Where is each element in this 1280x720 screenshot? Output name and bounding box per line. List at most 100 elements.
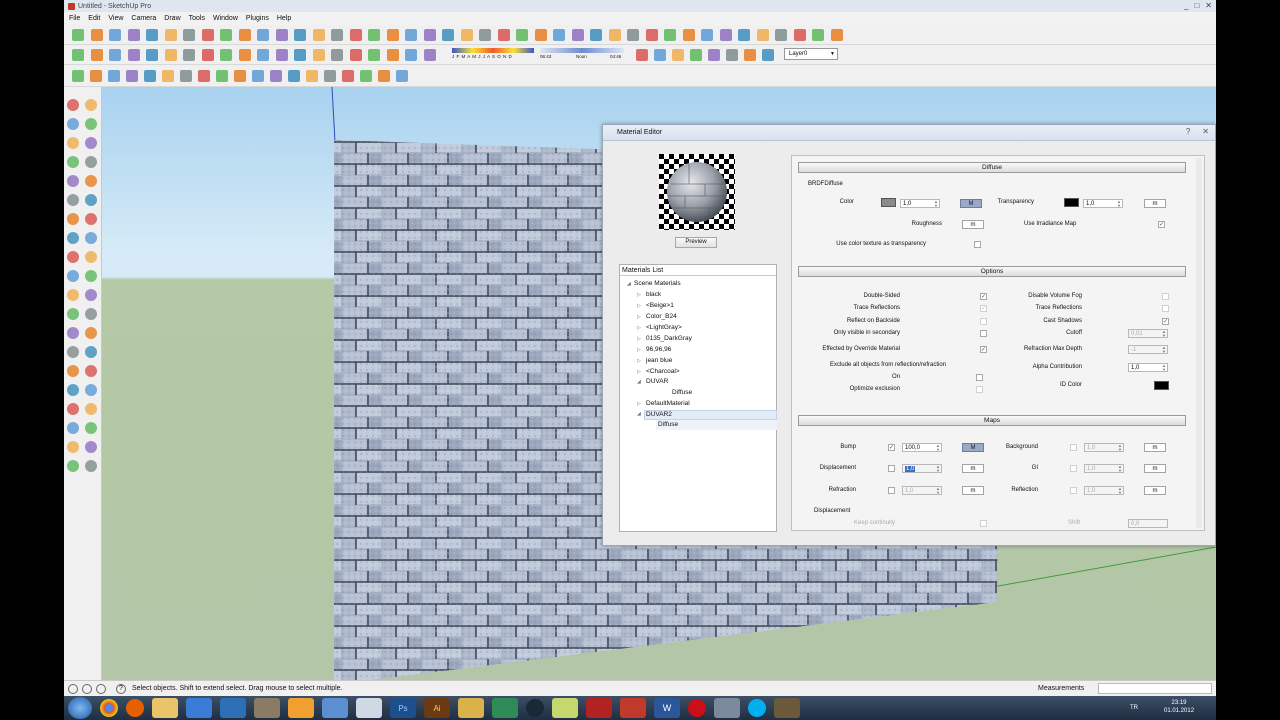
transparency-map-button[interactable]: m xyxy=(1144,199,1166,208)
material-editor-titlebar[interactable]: Material Editor xyxy=(603,125,1215,141)
gi-checkbox[interactable] xyxy=(1070,465,1077,472)
plugin-tool-icon-1[interactable] xyxy=(72,70,84,82)
main-tool-icon-35[interactable] xyxy=(701,29,713,41)
left-tool-icon-10[interactable] xyxy=(85,175,97,187)
sketchup-task-icon[interactable] xyxy=(220,698,246,718)
left-tool-icon-7[interactable] xyxy=(67,156,79,168)
left-tool-icon-6[interactable] xyxy=(85,137,97,149)
camtasia-icon[interactable] xyxy=(492,698,518,718)
color-swatch[interactable] xyxy=(881,198,896,207)
plugin-tool-icon-8[interactable] xyxy=(198,70,210,82)
standard-tool-icon-18[interactable] xyxy=(386,49,399,61)
dialog-close-icon[interactable]: ✕ xyxy=(1202,127,1209,136)
standard-tool-icon-9[interactable] xyxy=(220,49,232,61)
user-icon[interactable] xyxy=(96,683,106,694)
disable-fog-checkbox[interactable] xyxy=(1162,293,1169,300)
main-tool-icon-29[interactable] xyxy=(590,29,602,41)
plugin-tool-icon-11[interactable] xyxy=(252,70,264,82)
view-tool-icon-1[interactable] xyxy=(636,49,648,61)
clock[interactable]: 23:19 01.01.2012 xyxy=(1164,699,1194,715)
collapsed-arrow-icon[interactable]: ▷ xyxy=(637,325,641,331)
reflection-input[interactable]: 1,0 ▲ ▼ xyxy=(1084,486,1124,495)
help-question-icon[interactable]: ? xyxy=(116,683,126,694)
main-tool-icon-5[interactable] xyxy=(146,29,158,41)
left-tool-icon-13[interactable] xyxy=(67,213,79,225)
main-tool-icon-30[interactable] xyxy=(608,29,621,41)
left-tool-icon-19[interactable] xyxy=(67,270,79,282)
collapsed-arrow-icon[interactable]: ▷ xyxy=(637,401,641,407)
main-tool-icon-12[interactable] xyxy=(275,29,288,41)
collapsed-arrow-icon[interactable]: ▷ xyxy=(637,314,641,320)
start-button[interactable] xyxy=(68,697,92,719)
tree-item-duvar2[interactable]: DUVAR2 xyxy=(646,411,672,418)
layer-dropdown[interactable]: Layer0 ▼ xyxy=(784,48,838,60)
menu-draw[interactable]: Draw xyxy=(164,15,180,22)
shadow-time-slider[interactable] xyxy=(540,48,624,53)
left-tool-icon-23[interactable] xyxy=(67,308,79,320)
cutoff-input[interactable]: 0,01 ▲ ▼ xyxy=(1128,329,1168,338)
left-tool-icon-4[interactable] xyxy=(85,118,97,130)
credits-icon[interactable] xyxy=(82,683,92,694)
left-tool-icon-21[interactable] xyxy=(67,289,79,301)
on-checkbox[interactable] xyxy=(976,374,983,381)
section-diffuse[interactable]: Diffuse xyxy=(798,162,1186,173)
left-tool-icon-8[interactable] xyxy=(85,156,97,168)
main-tool-icon-38[interactable] xyxy=(756,29,769,41)
left-tool-icon-22[interactable] xyxy=(85,289,97,301)
gimp-icon[interactable] xyxy=(254,698,280,718)
left-tool-icon-33[interactable] xyxy=(67,403,79,415)
background-checkbox[interactable] xyxy=(1070,444,1077,451)
main-tool-icon-15[interactable] xyxy=(331,29,343,41)
standard-tool-icon-13[interactable] xyxy=(294,49,306,61)
plugin-tool-icon-13[interactable] xyxy=(288,70,300,82)
left-tool-icon-26[interactable] xyxy=(85,327,97,339)
app-icon-blue[interactable] xyxy=(322,698,348,718)
only-secondary-checkbox[interactable] xyxy=(980,330,987,337)
tree-item-jean-blue[interactable]: jean blue xyxy=(646,357,672,364)
notepad-icon[interactable] xyxy=(356,698,382,718)
panel-scrollbar[interactable] xyxy=(1196,158,1202,528)
standard-tool-icon-15[interactable] xyxy=(331,49,343,61)
view-tool-icon-3[interactable] xyxy=(672,49,684,61)
refraction-map-button[interactable]: m xyxy=(962,486,984,495)
left-tool-icon-34[interactable] xyxy=(85,403,97,415)
reflection-map-button[interactable]: m xyxy=(1144,486,1166,495)
section-options[interactable]: Options xyxy=(798,266,1186,277)
main-tool-icon-36[interactable] xyxy=(719,29,732,41)
media-player-icon[interactable] xyxy=(186,698,212,718)
help-icon[interactable]: ? xyxy=(1186,127,1190,136)
view-tool-icon-7[interactable] xyxy=(744,49,756,61)
plugin-tool-icon-17[interactable] xyxy=(360,70,372,82)
left-tool-icon-9[interactable] xyxy=(67,175,79,187)
standard-tool-icon-2[interactable] xyxy=(90,49,103,61)
preview-button[interactable]: Preview xyxy=(675,237,717,248)
menu-file[interactable]: File xyxy=(69,15,80,22)
steam-icon[interactable] xyxy=(526,699,544,717)
optimize-exclusion-checkbox[interactable] xyxy=(976,386,983,393)
tree-scene-materials[interactable]: Scene Materials xyxy=(634,280,681,287)
gi-map-button[interactable]: m xyxy=(1144,464,1166,473)
plugin-tool-icon-5[interactable] xyxy=(144,70,156,82)
refraction-checkbox[interactable] xyxy=(888,487,895,494)
left-tool-icon-15[interactable] xyxy=(67,232,79,244)
keep-continuity-checkbox[interactable] xyxy=(980,520,987,527)
trace-reflections-checkbox[interactable]: ✓ xyxy=(980,305,987,312)
override-checkbox[interactable]: ✓ xyxy=(980,346,987,353)
left-tool-icon-35[interactable] xyxy=(67,422,79,434)
left-tool-icon-1[interactable] xyxy=(67,99,79,111)
main-tool-icon-11[interactable] xyxy=(257,29,269,41)
tree-item-duvar[interactable]: DUVAR xyxy=(646,378,668,385)
plugin-tool-icon-10[interactable] xyxy=(234,70,246,82)
main-tool-icon-37[interactable] xyxy=(738,29,750,41)
standard-tool-icon-14[interactable] xyxy=(312,49,325,61)
chrome-icon[interactable] xyxy=(100,699,118,717)
background-map-button[interactable]: m xyxy=(1144,443,1166,452)
left-tool-icon-11[interactable] xyxy=(67,194,79,206)
main-tool-icon-31[interactable] xyxy=(627,29,639,41)
left-tool-icon-36[interactable] xyxy=(85,422,97,434)
measurements-box[interactable] xyxy=(1098,683,1212,694)
standard-tool-icon-10[interactable] xyxy=(238,49,251,61)
standard-tool-icon-4[interactable] xyxy=(127,49,140,61)
displacement-input[interactable]: 1,0 ▲ ▼ xyxy=(902,464,942,473)
menu-plugins[interactable]: Plugins xyxy=(246,15,269,22)
